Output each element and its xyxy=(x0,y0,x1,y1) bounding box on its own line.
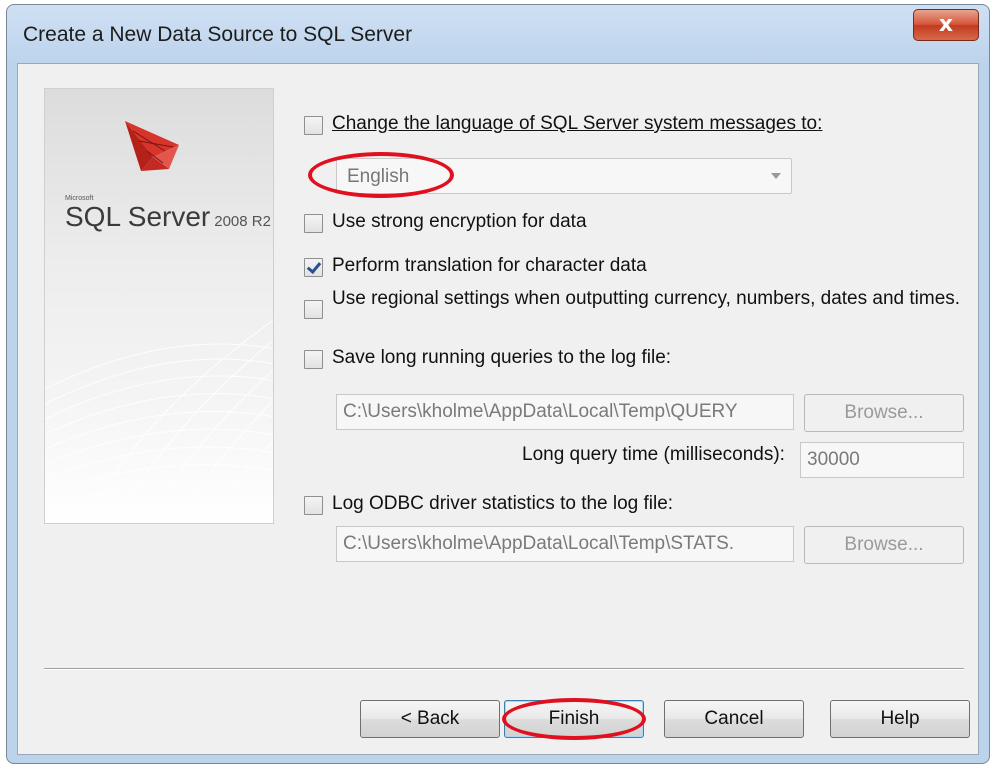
language-dropdown[interactable]: English xyxy=(336,158,792,194)
regional-settings-label: Use regional settings when outputting cu… xyxy=(332,288,961,309)
finish-button[interactable]: Finish xyxy=(504,700,644,738)
chevron-down-icon xyxy=(771,173,781,179)
title-bar: Create a New Data Source to SQL Server x xyxy=(7,5,989,63)
back-button[interactable]: < Back xyxy=(360,700,500,738)
cancel-button[interactable]: Cancel xyxy=(664,700,804,738)
translation-label: Perform translation for character data xyxy=(332,255,647,276)
strong-encryption-label: Use strong encryption for data xyxy=(332,211,587,232)
close-icon: x xyxy=(938,12,954,37)
log-odbc-stats-label: Log ODBC driver statistics to the log fi… xyxy=(332,493,674,514)
close-button[interactable]: x xyxy=(913,9,979,41)
change-language-label: Change the language of SQL Server system… xyxy=(332,113,822,135)
translation-checkbox[interactable] xyxy=(304,258,323,277)
browse-stats-log-button[interactable]: Browse... xyxy=(804,526,964,564)
change-language-checkbox[interactable] xyxy=(304,116,323,135)
dialog-client-area: Microsoft SQL Server 2008 R2 Change the l… xyxy=(17,63,979,755)
log-odbc-stats-checkbox[interactable] xyxy=(304,496,323,515)
strong-encryption-checkbox[interactable] xyxy=(304,214,323,233)
options-form: Change the language of SQL Server system… xyxy=(18,64,978,754)
save-long-queries-label: Save long running queries to the log fil… xyxy=(332,347,672,368)
browse-query-log-button[interactable]: Browse... xyxy=(804,394,964,432)
regional-settings-checkbox[interactable] xyxy=(304,300,323,319)
footer-separator xyxy=(44,668,964,670)
stats-log-path-input[interactable]: C:\Users\kholme\AppData\Local\Temp\STATS… xyxy=(336,526,794,562)
language-value: English xyxy=(347,166,410,187)
change-language-label-text: Change the language of SQL Server system… xyxy=(332,113,823,134)
window-title: Create a New Data Source to SQL Server xyxy=(23,23,413,46)
help-button[interactable]: Help xyxy=(830,700,970,738)
query-log-path-input[interactable]: C:\Users\kholme\AppData\Local\Temp\QUERY xyxy=(336,394,794,430)
long-query-time-input[interactable]: 30000 xyxy=(800,442,964,478)
save-long-queries-checkbox[interactable] xyxy=(304,350,323,369)
dialog-window: Create a New Data Source to SQL Server x xyxy=(6,4,990,764)
long-query-time-label: Long query time (milliseconds): xyxy=(522,444,785,465)
